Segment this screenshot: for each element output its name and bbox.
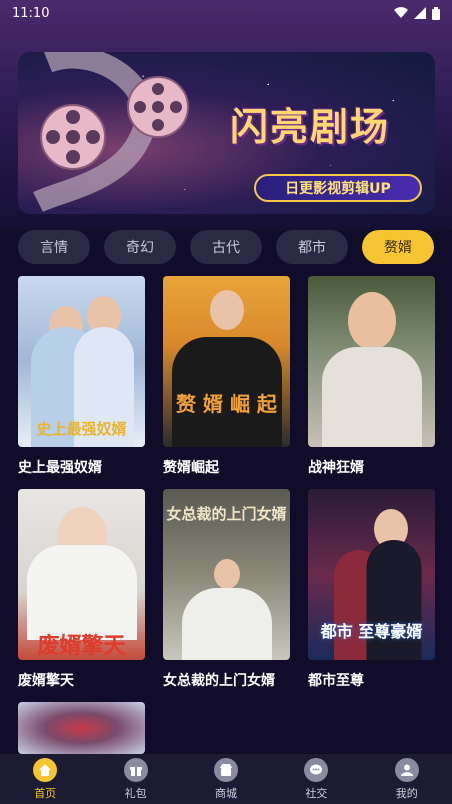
gift-icon [123,757,148,782]
show-title: 战神狂婿 [308,460,364,476]
poster-figure-head [347,292,396,350]
nav-home[interactable]: 首页 [10,757,80,801]
poster-title-art: 女总裁的上门女婿 [166,505,287,523]
nav-label: 首页 [34,786,57,800]
show-grid: 史上最强奴婿 史上最强奴婿 赘 婿 崛 起 赘婿崛起 战神狂婿 废婿擎天 废婿擎… [18,276,435,754]
nav-label: 礼包 [124,786,147,800]
poster-figure [26,545,137,640]
filter-chip-urban[interactable]: 都市 [276,230,348,264]
poster-title-art: 史上最强奴婿 [36,420,127,438]
show-poster: 赘 婿 崛 起 [163,276,290,447]
signal-icon [414,7,426,19]
show-poster [18,702,145,754]
show-title: 废婿擎天 [18,673,74,689]
poster-figure [366,540,422,660]
poster-figure-head [213,559,240,589]
status-icons [394,6,440,20]
filter-chip-ancient[interactable]: 古代 [190,230,262,264]
category-filters: 言情 奇幻 古代 都市 赘婿 [18,230,435,264]
show-card[interactable]: 废婿擎天 废婿擎天 [18,489,145,689]
nav-label: 社交 [305,786,328,800]
shop-icon [213,757,238,782]
poster-title-art: 都市 至尊豪婿 [320,622,423,641]
banner-title: 闪亮剧场 [230,105,391,149]
battery-icon [432,6,440,20]
nav-social[interactable]: 社交 [281,757,351,801]
show-title: 女总裁的上门女婿 [163,673,275,689]
nav-label: 我的 [395,786,418,800]
profile-icon [394,757,419,782]
show-card[interactable]: 史上最强奴婿 史上最强奴婿 [18,276,145,476]
poster-figure [181,588,272,660]
filter-chip-son-in-law[interactable]: 赘婿 [362,230,434,264]
filter-chip-fantasy[interactable]: 奇幻 [104,230,176,264]
status-bar: 11:10 [0,0,452,26]
show-poster: 废婿擎天 [18,489,145,660]
show-card[interactable]: 赘 婿 崛 起 赘婿崛起 [163,276,290,476]
wifi-icon [394,7,408,19]
show-card[interactable] [18,702,145,754]
bottom-nav: 首页 礼包 商城 社交 我的 [0,754,452,804]
show-poster: 都市 至尊豪婿 [308,489,435,660]
nav-shop[interactable]: 商城 [191,757,261,801]
show-poster: 女总裁的上门女婿 [163,489,290,660]
poster-figure-head [209,290,244,330]
banner-subtitle: 日更影视剪辑UP [254,174,422,202]
promo-banner[interactable]: 闪亮剧场 日更影视剪辑UP [18,52,435,214]
poster-title-art: 废婿擎天 [37,634,126,659]
poster-figure [321,347,422,447]
nav-gift[interactable]: 礼包 [101,757,171,801]
film-reel-icon [33,52,189,213]
status-time: 11:10 [12,5,50,21]
nav-profile[interactable]: 我的 [372,757,442,801]
filter-chip-romance[interactable]: 言情 [18,230,90,264]
nav-label: 商城 [214,786,237,800]
show-card[interactable]: 女总裁的上门女婿 女总裁的上门女婿 [163,489,290,689]
show-card[interactable]: 战神狂婿 [308,276,435,476]
show-title: 史上最强奴婿 [18,460,102,476]
show-card[interactable]: 都市 至尊豪婿 都市至尊 [308,489,435,689]
show-poster [308,276,435,447]
poster-title-art: 赘 婿 崛 起 [176,392,277,416]
home-icon [33,757,58,782]
show-title: 赘婿崛起 [163,460,219,476]
show-title: 都市至尊 [308,673,364,689]
show-poster: 史上最强奴婿 [18,276,145,447]
chat-icon [304,757,329,782]
